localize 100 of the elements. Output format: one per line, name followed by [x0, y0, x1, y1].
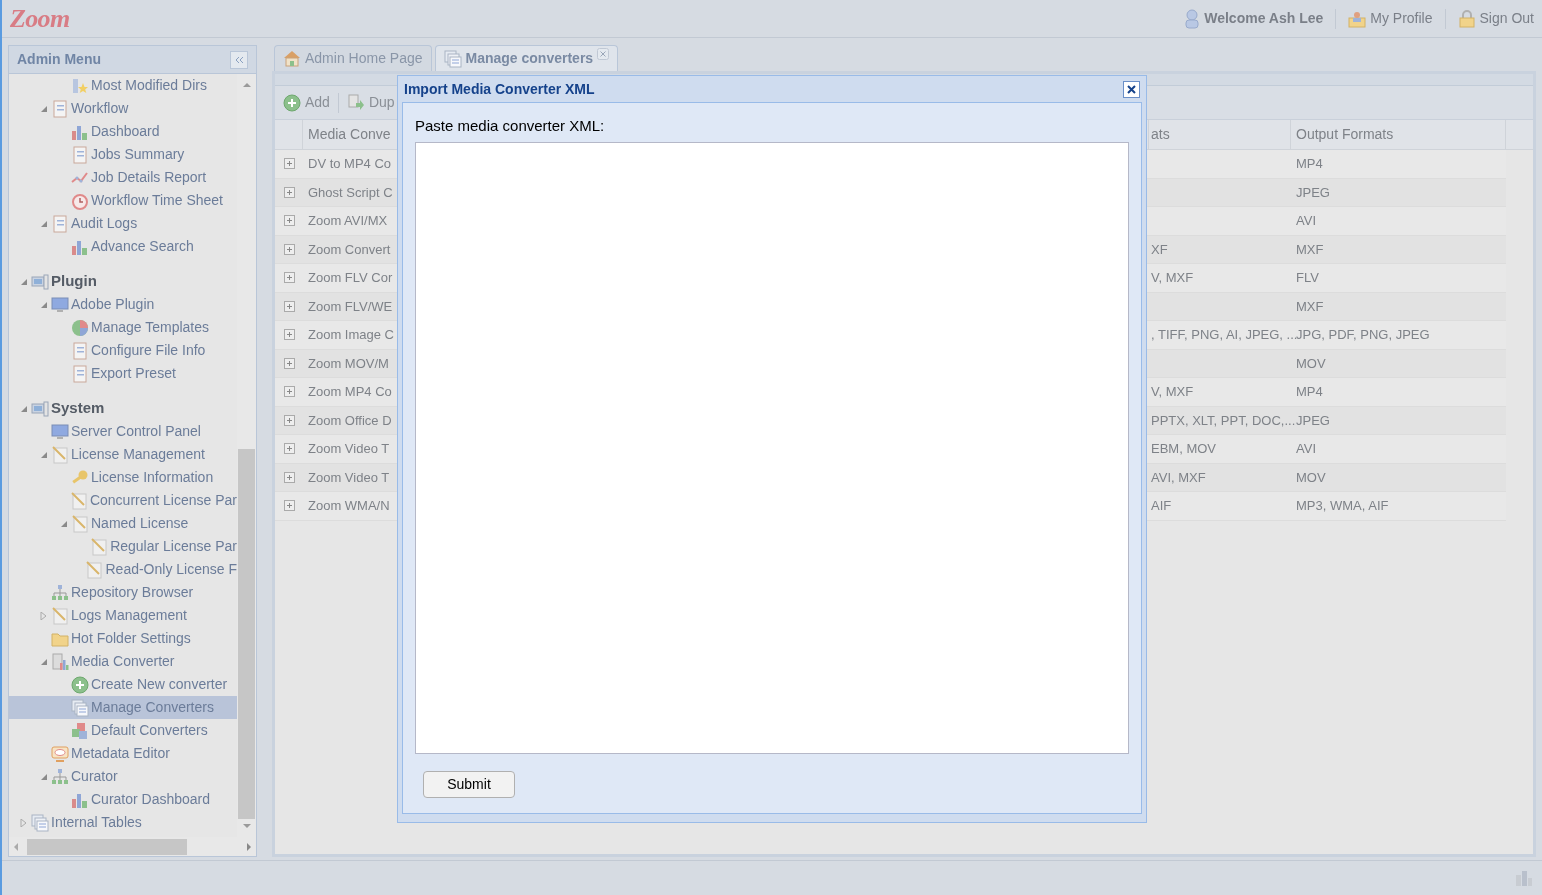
table-cell-text: , TIFF, PNG, AI, JPEG, ...: [1151, 326, 1298, 344]
tree-item[interactable]: Curator: [9, 765, 237, 788]
tree-item[interactable]: Logs Management: [9, 604, 237, 627]
tree-item[interactable]: Hot Folder Settings: [9, 627, 237, 650]
close-button[interactable]: [1123, 80, 1140, 98]
collapsed-arrow-icon[interactable]: [20, 818, 28, 827]
expand-row-icon[interactable]: [283, 357, 295, 369]
tree-item[interactable]: Curator Dashboard: [9, 788, 237, 811]
tree-icon: [51, 744, 69, 763]
house-icon: [283, 49, 301, 68]
tree-icon: [71, 675, 89, 694]
table-cell-text: MXF: [1296, 297, 1324, 316]
collapse-button[interactable]: [230, 50, 248, 69]
tree-icon: [71, 698, 89, 717]
table-cell-text: MOV: [1296, 468, 1326, 487]
collapsed-arrow-icon[interactable]: [40, 611, 48, 620]
table-cell-text: MOV: [1296, 354, 1326, 373]
tree-item[interactable]: Regular License Par: [9, 535, 237, 558]
tree-item[interactable]: Read-Only License F: [9, 558, 237, 581]
logo: Zoom: [10, 3, 70, 35]
expanded-arrow-icon[interactable]: [40, 450, 48, 459]
tree-icon: [51, 295, 69, 314]
table-cell-text: Zoom Video T: [308, 468, 390, 487]
tree-item[interactable]: Workflow: [9, 97, 237, 120]
tree-item[interactable]: License Management: [9, 443, 237, 466]
tree-item[interactable]: Jobs Summary: [9, 143, 237, 166]
expanded-arrow-icon[interactable]: [40, 104, 48, 113]
expand-row-icon[interactable]: [283, 186, 295, 198]
tree-item[interactable]: Internal Tables: [9, 811, 237, 834]
tree-icon: [51, 422, 69, 441]
expand-row-icon[interactable]: [283, 500, 295, 512]
tree-item[interactable]: Adobe Plugin: [9, 293, 237, 316]
header-link[interactable]: Sign Out: [1457, 8, 1534, 29]
tree-item[interactable]: Job Details Report: [9, 166, 237, 189]
expanded-arrow-icon[interactable]: [40, 772, 48, 781]
tree-icon: [51, 445, 69, 464]
close-icon: [1126, 83, 1137, 95]
expanded-arrow-icon[interactable]: [40, 219, 48, 228]
table-cell-text: Zoom MOV/M: [308, 354, 389, 373]
table-cell-text: JPEG: [1296, 183, 1330, 202]
tree-item[interactable]: Export Preset: [9, 362, 237, 385]
tree-item[interactable]: Manage Converters: [9, 696, 237, 719]
table-cell-text: Zoom WMA/N: [308, 497, 390, 515]
tree-item[interactable]: Advance Search: [9, 235, 237, 258]
tree-icon: [71, 721, 89, 740]
tree-item[interactable]: Default Converters: [9, 719, 237, 742]
tree-item[interactable]: Repository Browser: [9, 581, 237, 604]
column-header[interactable]: ats: [1149, 120, 1291, 149]
stack-icon: [443, 49, 462, 68]
tree-item[interactable]: Metadata Editor: [9, 742, 237, 765]
xml-input-field[interactable]: [415, 141, 1129, 754]
tree-icon: [71, 514, 89, 533]
tree-item[interactable]: Manage Templates: [9, 316, 237, 339]
padlock-icon: [1457, 9, 1476, 28]
tree-item[interactable]: Configure File Info: [9, 339, 237, 362]
profile-icon: [1348, 9, 1367, 28]
toolbar-button[interactable]: Dup: [346, 92, 395, 113]
expand-row-icon[interactable]: [283, 300, 295, 312]
tree-item[interactable]: System: [9, 397, 237, 420]
tree-item[interactable]: Dashboard: [9, 120, 237, 143]
expand-row-icon[interactable]: [283, 272, 295, 284]
expand-row-icon[interactable]: [283, 414, 295, 426]
tree-item[interactable]: Media Converter: [9, 650, 237, 673]
expand-row-icon[interactable]: [283, 243, 295, 255]
tab[interactable]: Admin Home Page: [274, 45, 432, 71]
tree-item[interactable]: Named License: [9, 512, 237, 535]
scroll-left-arrow-icon[interactable]: [13, 841, 19, 852]
scroll-right-arrow-icon[interactable]: [246, 841, 252, 852]
tree-item[interactable]: Concurrent License Par: [9, 489, 237, 512]
tree-item[interactable]: License Information: [9, 466, 237, 489]
column-header[interactable]: Output Formats: [1291, 120, 1506, 149]
expand-row-icon[interactable]: [283, 215, 295, 227]
table-cell-text: V, MXF: [1151, 269, 1194, 287]
expanded-arrow-icon[interactable]: [20, 404, 28, 413]
close-icon[interactable]: [597, 48, 610, 60]
expanded-arrow-icon[interactable]: [40, 300, 48, 309]
tree-item[interactable]: Server Control Panel: [9, 420, 237, 443]
tree-icon: [51, 767, 69, 786]
expanded-arrow-icon[interactable]: [40, 657, 48, 666]
table-cell-text: V, MXF: [1151, 383, 1194, 401]
expand-row-icon[interactable]: [283, 443, 295, 455]
dialog-title: Import Media Converter XML: [404, 79, 595, 99]
tab[interactable]: Manage converters: [434, 45, 619, 71]
tree-item[interactable]: Workflow Time Sheet: [9, 189, 237, 212]
tree-icon: [71, 341, 89, 360]
table-cell-text: MP3, WMA, AIF: [1296, 497, 1389, 515]
expand-row-icon[interactable]: [283, 471, 295, 483]
table-cell-text: AVI: [1296, 440, 1316, 458]
expanded-arrow-icon[interactable]: [20, 277, 28, 286]
submit-button[interactable]: Submit: [423, 770, 515, 798]
expand-row-icon[interactable]: [283, 158, 295, 170]
expand-row-icon[interactable]: [283, 386, 295, 398]
expand-row-icon[interactable]: [283, 329, 295, 341]
tree-item[interactable]: Create New converter: [9, 673, 237, 696]
toolbar-button[interactable]: Add: [283, 92, 330, 113]
tree-item[interactable]: Plugin: [9, 270, 237, 293]
expanded-arrow-icon[interactable]: [60, 519, 68, 528]
tree-item[interactable]: Audit Logs: [9, 212, 237, 235]
header-link[interactable]: My Profile: [1348, 8, 1433, 29]
tree-item[interactable]: Most Modified Dirs: [9, 74, 237, 97]
